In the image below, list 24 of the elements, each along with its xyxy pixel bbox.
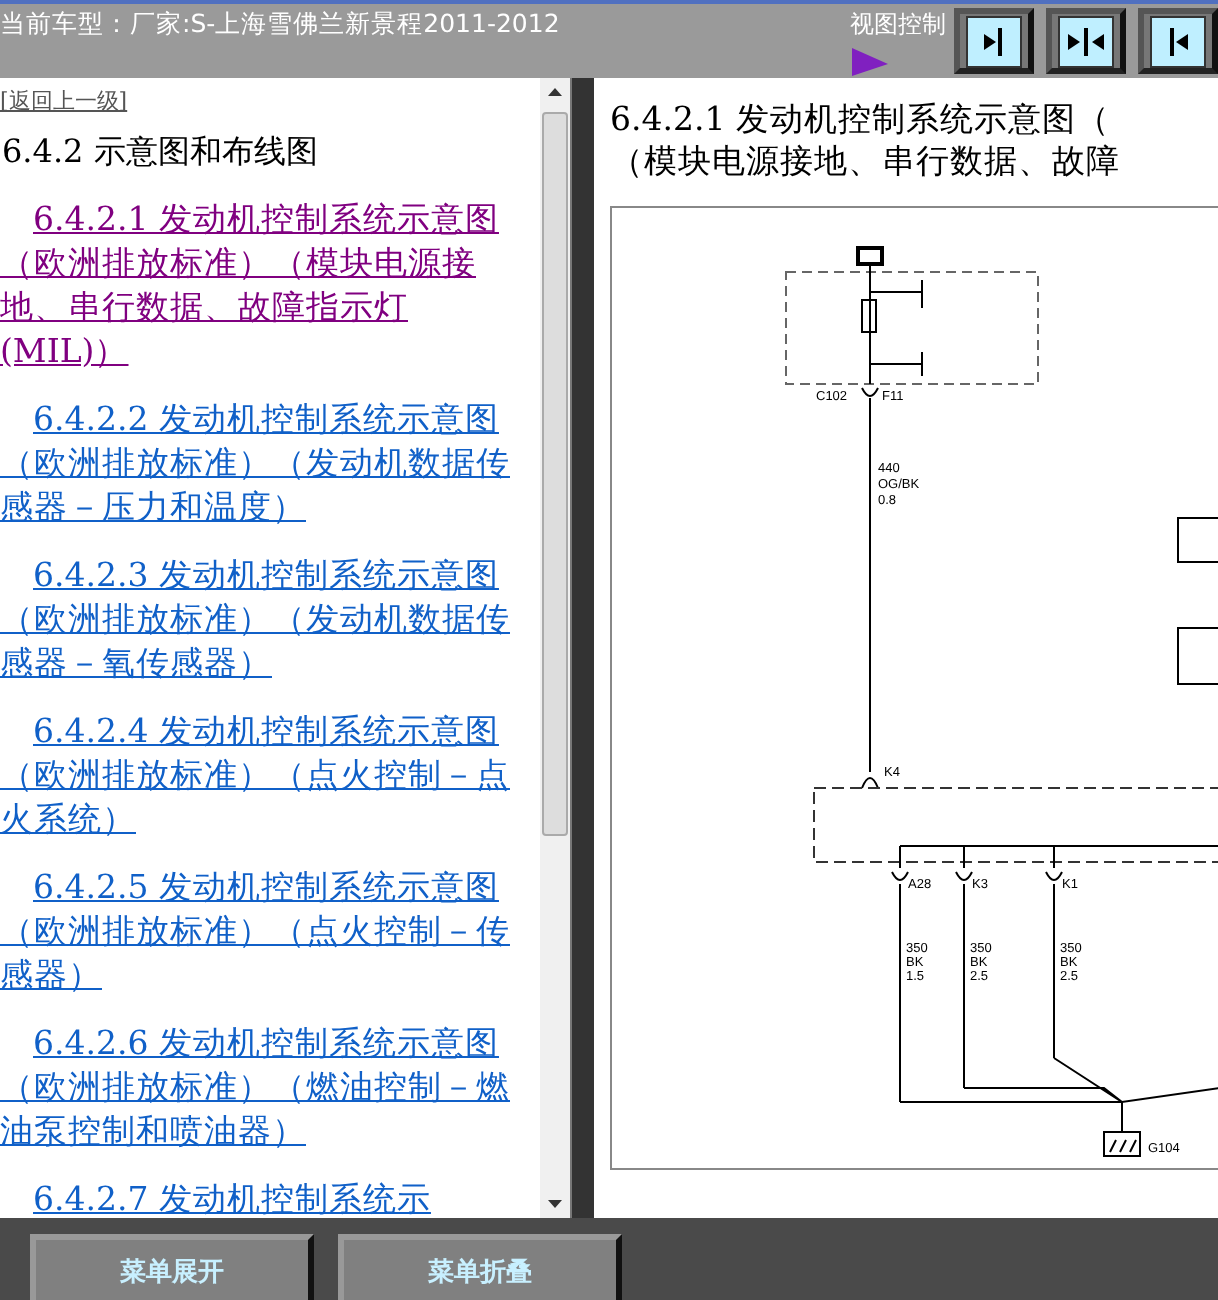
- view-toggle-button[interactable]: [1046, 8, 1126, 74]
- arrows-to-center-icon: [1058, 15, 1114, 67]
- section-link[interactable]: 6.4.2.2 发动机控制系统示意图（欧洲排放标准）（发动机数据传感器－压力和温度）: [0, 398, 540, 530]
- section-heading: 6.4.2 示意图和布线图: [2, 132, 320, 174]
- arrow-to-bar-icon: [1150, 15, 1206, 67]
- section-link[interactable]: 6.4.2.3 发动机控制系统示意图（欧洲排放标准）（发动机数据传感器－氧传感器）: [0, 554, 540, 686]
- section-link[interactable]: 6.4.2.1 发动机控制系统示意图（欧洲排放标准）（模块电源接地、串行数据、故障指示灯(MIL)）: [0, 198, 540, 374]
- section-link[interactable]: 6.4.2.5 发动机控制系统示意图（欧洲排放标准）（点火控制－传感器）: [0, 866, 540, 998]
- vehicle-model-text: 当前车型：厂家:S-上海雪佛兰新景程2011-2012: [0, 8, 562, 42]
- diagram-title: 6.4.2.1 发动机控制系统示意图（: [610, 98, 1112, 140]
- diagram-title: （模块电源接地、串行数据、故障: [610, 140, 1122, 182]
- section-link[interactable]: 6.4.2.4 发动机控制系统示意图（欧洲排放标准）（点火控制－点火系统）: [0, 710, 540, 842]
- scroll-thumb[interactable]: [542, 112, 568, 836]
- view-toggle-button[interactable]: [1138, 8, 1218, 74]
- arrow-to-bar-icon: [966, 15, 1022, 67]
- view-control-label: 视图控制: [850, 8, 946, 42]
- menu-button[interactable]: 菜单展开: [30, 1234, 314, 1300]
- section-link[interactable]: 6.4.2.7 发动机控制系统示: [0, 1178, 540, 1218]
- back-link[interactable]: [返回上一级]: [0, 86, 128, 116]
- scrollbar[interactable]: [540, 78, 570, 1218]
- triangle-pointer-icon: [850, 46, 890, 78]
- view-toggle-button[interactable]: [954, 8, 1034, 74]
- section-link[interactable]: 6.4.2.6 发动机控制系统示意图（欧洲排放标准）（燃油控制－燃油泵控制和喷油器）: [0, 1022, 540, 1154]
- menu-button[interactable]: 菜单折叠: [338, 1234, 622, 1300]
